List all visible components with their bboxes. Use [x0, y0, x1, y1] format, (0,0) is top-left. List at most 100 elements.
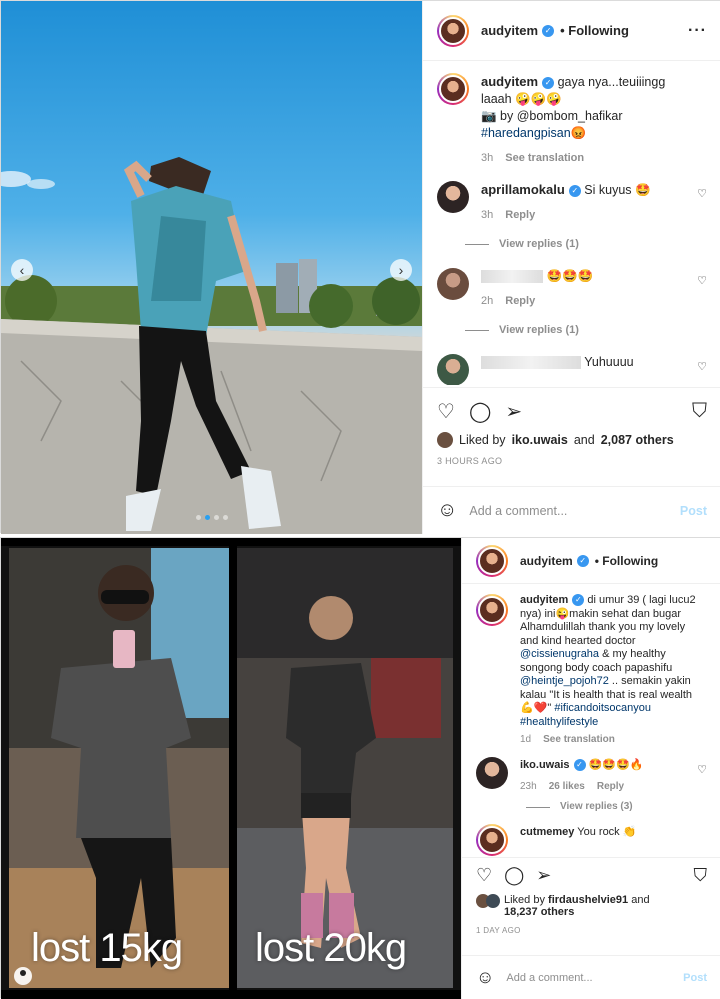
comment-username[interactable]: iko.uwais	[520, 759, 570, 771]
comment-icon[interactable]: ◯	[469, 399, 491, 424]
share-icon[interactable]: ➢	[505, 399, 522, 424]
liker-avatar	[437, 432, 453, 448]
post-time: 3 HOURS AGO	[437, 456, 503, 466]
view-replies-link[interactable]: View replies (1)	[465, 324, 707, 336]
add-comment-bar: ☺ Add a comment... Post	[462, 955, 720, 999]
follow-label: Following	[602, 553, 659, 568]
redacted-username	[481, 270, 543, 284]
avatar[interactable]	[476, 594, 508, 626]
liked-by-and: and	[631, 894, 650, 906]
post-1: ‹ › audyitem ✓ • Following ··· audyitem ✓…	[0, 0, 720, 534]
redacted-username	[481, 356, 581, 370]
emoji-icon[interactable]: ☺	[476, 967, 494, 988]
add-comment-bar: ☺ Add a comment... Post	[423, 486, 720, 534]
reply-button[interactable]: Reply	[597, 781, 624, 792]
see-translation-link[interactable]: See translation	[505, 152, 584, 164]
bookmark-icon[interactable]: ⛉	[692, 400, 707, 423]
post-time: 1 DAY AGO	[476, 926, 521, 935]
like-comment-heart-icon[interactable]: ♡	[697, 763, 707, 776]
comment-icon[interactable]: ◯	[504, 865, 524, 886]
carousel-dots	[196, 515, 228, 520]
liked-by-and: and	[573, 433, 595, 447]
caption: audyitem ✓ di umur 39 ( lagi lucu2 nya) i…	[476, 594, 707, 747]
like-comment-heart-icon[interactable]: ♡	[697, 187, 707, 200]
see-translation-link[interactable]: See translation	[543, 734, 615, 745]
photo-scene	[1, 157, 422, 534]
post-actions: ♡ ◯ ➢ ⛉ Liked by firdaushelvie91 and 18,…	[462, 857, 720, 935]
photo-caption-left: lost 15kg	[31, 926, 183, 970]
caption-username[interactable]: audyitem	[520, 594, 568, 606]
comment-input[interactable]: Add a comment...	[469, 504, 667, 518]
liked-by-count[interactable]: 2,087 others	[601, 433, 674, 447]
comment-time: 3h	[481, 209, 494, 221]
verified-icon: ✓	[542, 24, 555, 37]
view-replies-link[interactable]: View replies (3)	[526, 801, 707, 812]
post-photo[interactable]: lost 15kg lost 20kg	[1, 538, 461, 999]
post-header: audyitem ✓ • Following	[462, 538, 720, 584]
verified-icon: ✓	[576, 554, 589, 567]
photo-caption-right: lost 20kg	[255, 926, 407, 970]
liked-by: Liked by firdaushelvie91 and 18,237 othe…	[476, 894, 707, 918]
comment-item: cutmemey You rock 👏	[476, 823, 707, 856]
post-header: audyitem ✓ • Following ···	[423, 1, 720, 61]
caption-mention[interactable]: @cissienugraha	[520, 648, 599, 660]
comment-item: Yuhuuuu ♡	[437, 354, 707, 385]
caption-username[interactable]: audyitem	[481, 74, 538, 89]
like-heart-icon[interactable]: ♡	[437, 399, 455, 424]
post-photo[interactable]: ‹ ›	[1, 1, 422, 534]
comments-list: audyitem ✓ gaya nya...teuiiingg laaah 🤪🤪🤪…	[423, 61, 720, 385]
comment-text: 🤩🤩🤩	[546, 269, 594, 283]
caption-hashtag[interactable]: #ificandoitsocanyou	[554, 702, 651, 714]
username[interactable]: audyitem	[520, 554, 573, 568]
follow-status[interactable]: • Following	[560, 23, 629, 38]
post-comment-button[interactable]: Post	[683, 972, 707, 984]
comment-username[interactable]: aprillamokalu	[481, 182, 565, 197]
avatar[interactable]	[437, 14, 469, 47]
comment-username[interactable]: cutmemey	[520, 826, 574, 838]
emoji-icon[interactable]: ☺	[437, 499, 457, 522]
caption-credit: 📷 by @bombom_hafikar	[481, 109, 623, 123]
post-actions: ♡ ◯ ➢ ⛉ Liked by iko.uwais and 2,087 oth…	[423, 387, 720, 466]
comment-time: 23h	[520, 780, 537, 792]
share-icon[interactable]: ➢	[536, 865, 551, 886]
username[interactable]: audyitem	[481, 23, 538, 38]
like-comment-heart-icon[interactable]: ♡	[697, 274, 707, 287]
avatar[interactable]	[437, 268, 469, 300]
avatar[interactable]	[437, 73, 469, 105]
comment-input[interactable]: Add a comment...	[506, 972, 671, 984]
avatar[interactable]	[437, 354, 469, 385]
caption-mention[interactable]: @heintje_pojoh72	[520, 675, 609, 687]
like-comment-heart-icon[interactable]: ♡	[697, 360, 707, 373]
avatar[interactable]	[476, 823, 508, 856]
liked-by-count[interactable]: 18,237 others	[504, 906, 574, 918]
comment-text: 🤩🤩🤩🔥	[588, 758, 644, 771]
prev-photo-button[interactable]: ‹	[11, 259, 33, 281]
caption-hashtag[interactable]: #haredangpisan😡	[481, 126, 586, 140]
avatar[interactable]	[476, 756, 508, 789]
follow-status[interactable]: • Following	[595, 554, 659, 568]
reply-button[interactable]: Reply	[505, 209, 535, 221]
like-heart-icon[interactable]: ♡	[476, 865, 492, 886]
post-sidebar: audyitem ✓ • Following ··· audyitem ✓ gay…	[422, 1, 720, 534]
avatar[interactable]	[437, 181, 469, 213]
liked-by-user[interactable]: iko.uwais	[512, 433, 568, 447]
liked-by-prefix: Liked by	[459, 433, 506, 447]
follow-label: Following	[568, 23, 629, 38]
comment-text: Si kuyus 🤩	[584, 183, 651, 197]
liked-by-user[interactable]: firdaushelvie91	[548, 894, 628, 906]
avatar[interactable]	[476, 544, 508, 577]
liked-by: Liked by iko.uwais and 2,087 others	[437, 432, 707, 448]
next-photo-button[interactable]: ›	[390, 259, 412, 281]
verified-icon: ✓	[568, 184, 581, 197]
comment-text: You rock 👏	[577, 825, 637, 838]
reply-button[interactable]: Reply	[505, 295, 535, 307]
more-icon[interactable]: ···	[688, 22, 707, 40]
view-replies-link[interactable]: View replies (1)	[465, 238, 707, 250]
caption-hashtag[interactable]: #healthylifestyle	[520, 716, 598, 728]
bookmark-icon[interactable]: ⛉	[694, 865, 708, 886]
verified-icon: ✓	[573, 758, 586, 771]
caption-time: 3h	[481, 152, 494, 164]
liked-by-prefix: Liked by	[504, 894, 545, 906]
comment-likes[interactable]: 26 likes	[549, 781, 585, 792]
post-comment-button[interactable]: Post	[680, 504, 707, 518]
